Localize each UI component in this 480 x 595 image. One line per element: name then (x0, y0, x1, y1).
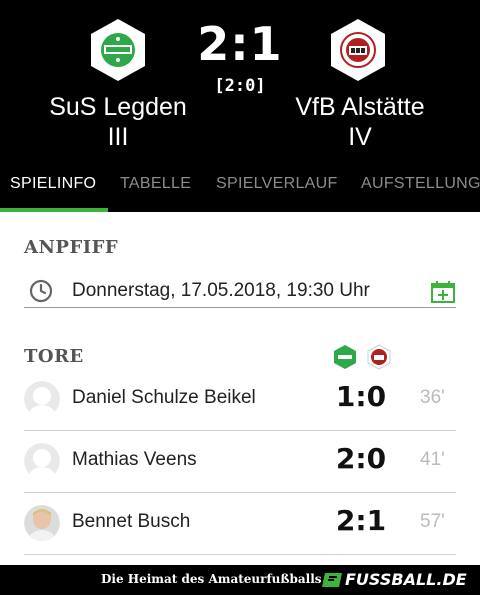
goal-score: 2:0 (335, 442, 387, 475)
goal-minute: 41' (420, 449, 445, 470)
tab-spielinfo[interactable]: SPIELINFO (10, 175, 96, 193)
goal-score: 2:1 (335, 504, 387, 537)
away-team-crest[interactable] (328, 17, 388, 83)
goal-row[interactable]: Mathias Veens 2:0 41' (24, 431, 456, 493)
kickoff-row: Donnerstag, 17.05.2018, 19:30 Uhr (24, 276, 456, 308)
away-team-name[interactable]: VfB Alstätte IV (270, 92, 450, 152)
kickoff-datetime: Donnerstag, 17.05.2018, 19:30 Uhr (72, 280, 370, 301)
away-team-name-text: VfB Alstätte IV (295, 93, 425, 151)
final-score: 2:1 (197, 17, 283, 71)
footer-brand: FUSSBALL.DE (345, 570, 467, 589)
goal-scorer: Mathias Veens (72, 449, 197, 470)
match-header: 2:1 [2:0] SuS Legden III VfB Alstätte IV… (0, 0, 480, 212)
goal-row[interactable]: Bennet Busch 2:1 57' (24, 493, 456, 555)
goal-row[interactable]: Daniel Schulze Beikel 1:0 36' (24, 369, 456, 431)
home-team-crest[interactable] (88, 17, 148, 83)
clock-icon (29, 279, 53, 303)
fussball-de-logo-icon (322, 573, 342, 587)
kickoff-section-title: ANPFIFF (24, 237, 119, 258)
home-team-name-text: SuS Legden III (49, 93, 187, 151)
active-tab-indicator (0, 208, 108, 212)
tab-tabelle[interactable]: TABELLE (120, 175, 191, 193)
calendar-add-icon[interactable] (430, 280, 456, 304)
goal-scorer: Bennet Busch (72, 511, 191, 532)
goal-score: 1:0 (335, 380, 387, 413)
player-avatar-photo (24, 505, 60, 541)
tab-spielverlauf[interactable]: SPIELVERLAUF (216, 175, 338, 193)
tab-aufstellung[interactable]: AUFSTELLUNG (361, 175, 480, 193)
goal-scorer: Daniel Schulze Beikel (72, 387, 256, 408)
away-mini-crest-icon (367, 344, 391, 370)
home-team-name[interactable]: SuS Legden III (28, 92, 208, 152)
footer-slogan: Die Heimat des Amateurfußballs (101, 572, 322, 586)
match-tabs: SPIELINFO TABELLE SPIELVERLAUF AUFSTELLU… (0, 170, 480, 212)
player-avatar-placeholder-icon (24, 381, 60, 417)
footer-banner[interactable]: Die Heimat des Amateurfußballs FUSSBALL.… (0, 565, 480, 595)
goals-section-title: TORE (24, 346, 84, 367)
player-avatar-placeholder-icon (24, 443, 60, 479)
home-mini-crest-icon (333, 344, 357, 370)
goal-minute: 36' (420, 387, 445, 408)
goal-minute: 57' (420, 511, 445, 532)
